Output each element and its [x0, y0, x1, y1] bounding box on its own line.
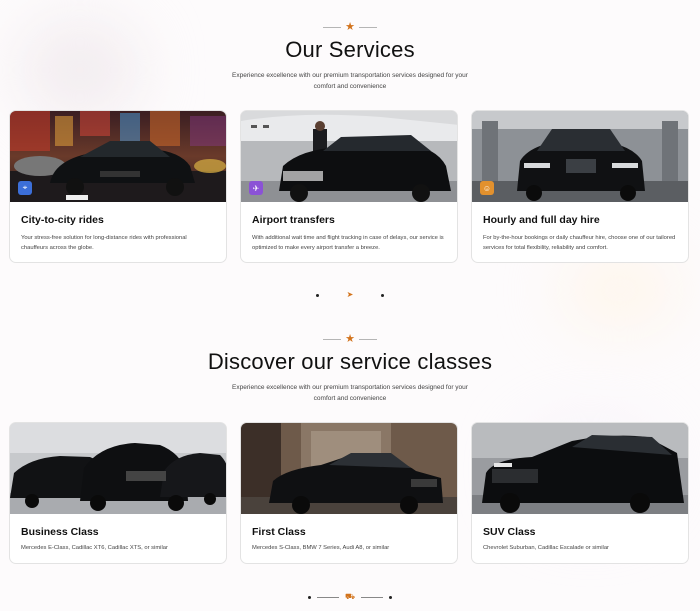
card-title: City-to-city rides: [21, 214, 104, 226]
service-card-airport-transfers[interactable]: ✈ Airport transfers With additional wait…: [240, 110, 458, 263]
section-ornament: ★: [0, 20, 700, 34]
plane-icon: ✈: [249, 181, 263, 195]
first-class-sedan-photo: [241, 423, 457, 514]
classes-section: ★ Discover our service classes Experienc…: [0, 327, 700, 564]
card-title: Airport transfers: [252, 214, 335, 226]
service-card-city-to-city[interactable]: ⌖ City-to-city rides Your stress-free so…: [9, 110, 227, 263]
section-ornament: ★: [0, 332, 700, 346]
location-pin-icon: ⌖: [18, 181, 32, 195]
card-title: SUV Class: [483, 526, 536, 538]
card-description: For by-the-hour bookings or daily chauff…: [483, 235, 676, 251]
service-card-hourly-hire[interactable]: ☺ Hourly and full day hire For by-the-ho…: [471, 110, 689, 263]
divider-line: [323, 26, 342, 28]
indicator-line: [361, 596, 384, 598]
card-description: Mercedes E-Class, Cadillac XT6, Cadillac…: [21, 545, 168, 551]
classes-title: Discover our service classes: [207, 349, 493, 374]
city-night-car-photo: ⌖: [10, 111, 226, 202]
divider-line: [358, 338, 377, 340]
suv-photo: [472, 423, 688, 514]
person-icon: ☺: [480, 181, 494, 195]
business-fleet-photo: [10, 423, 226, 514]
card-title: First Class: [252, 526, 306, 538]
carousel-indicator: ➤: [0, 290, 700, 300]
garage-sedan-photo: ☺: [472, 111, 688, 202]
services-section: ★ Our Services Experience excellence wit…: [0, 0, 700, 263]
classes-subtitle: Experience excellence with our premium t…: [232, 384, 468, 402]
class-card-first[interactable]: First Class Mercedes S-Class, BMW 7 Seri…: [240, 422, 458, 564]
carousel-dot[interactable]: [381, 293, 385, 297]
carousel-indicator-bottom: ⛟: [0, 592, 700, 602]
card-description: Your stress-free solution for long-dista…: [21, 235, 187, 251]
class-card-business[interactable]: Business Class Mercedes E-Class, Cadilla…: [9, 422, 227, 564]
card-title: Business Class: [21, 526, 99, 538]
services-title: Our Services: [285, 37, 415, 62]
divider-line: [323, 338, 342, 340]
star-icon: ★: [345, 20, 355, 33]
card-title: Hourly and full day hire: [483, 214, 600, 226]
plane-indicator-icon: ➤: [346, 290, 354, 299]
carousel-dot[interactable]: [307, 595, 311, 599]
services-subtitle: Experience excellence with our premium t…: [232, 72, 468, 90]
carousel-dot[interactable]: [389, 595, 393, 599]
divider-line: [358, 26, 377, 28]
card-description: With additional wait time and flight tra…: [252, 235, 444, 251]
card-description: Chevrolet Suburban, Cadillac Escalade or…: [483, 545, 609, 551]
card-description: Mercedes S-Class, BMW 7 Series, Audi A8,…: [252, 545, 390, 551]
indicator-line: [316, 596, 339, 598]
carousel-dot[interactable]: [315, 293, 319, 297]
class-card-suv[interactable]: SUV Class Chevrolet Suburban, Cadillac E…: [471, 422, 689, 564]
star-icon: ★: [345, 332, 355, 345]
airport-suv-photo: ✈: [241, 111, 457, 202]
services-cards: ⌖ City-to-city rides Your stress-free so…: [9, 110, 691, 263]
class-cards: Business Class Mercedes E-Class, Cadilla…: [9, 422, 691, 564]
car-indicator-icon: ⛟: [344, 592, 356, 601]
